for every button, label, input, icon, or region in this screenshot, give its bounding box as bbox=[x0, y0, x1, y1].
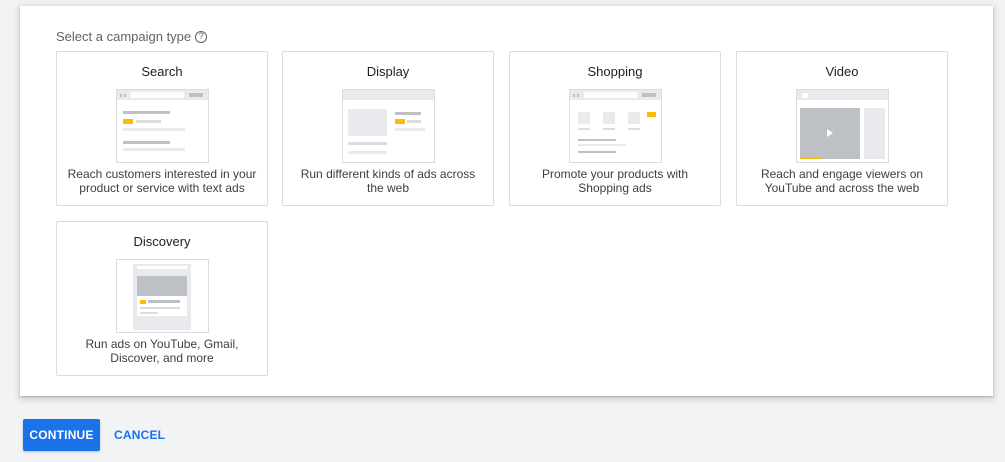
card-title: Discovery bbox=[133, 234, 191, 249]
card-description: Run ads on YouTube, Gmail, Discover, and… bbox=[85, 337, 239, 365]
shopping-illustration-icon bbox=[569, 89, 662, 163]
campaign-card-search[interactable]: Search Reach customers interested in you… bbox=[56, 51, 268, 206]
cancel-button[interactable]: CANCEL bbox=[114, 419, 165, 451]
card-title: Shopping bbox=[587, 64, 643, 79]
campaign-card-shopping[interactable]: Shopping Promote your products with Shop… bbox=[509, 51, 721, 206]
help-icon[interactable]: ? bbox=[195, 30, 208, 43]
campaign-card-discovery[interactable]: Discovery Run ads on YouTube, Gmail, Dis… bbox=[56, 221, 268, 376]
section-heading: Select a campaign type ? bbox=[56, 29, 208, 44]
card-title: Video bbox=[825, 64, 859, 79]
card-title: Search bbox=[141, 64, 183, 79]
discovery-illustration-icon bbox=[116, 259, 209, 333]
video-illustration-icon bbox=[796, 89, 889, 163]
heading-label: Select a campaign type bbox=[56, 29, 192, 44]
card-description: Promote your products with Shopping ads bbox=[541, 167, 689, 195]
campaign-card-video[interactable]: Video Reach and engage viewers on YouTub… bbox=[736, 51, 948, 206]
campaign-card-display[interactable]: Display Run different kinds of ads acros… bbox=[282, 51, 494, 206]
display-illustration-icon bbox=[342, 89, 435, 163]
search-illustration-icon bbox=[116, 89, 209, 163]
campaign-type-panel: Select a campaign type ? Search Reach cu… bbox=[20, 6, 993, 396]
card-description: Reach customers interested in your produ… bbox=[67, 167, 257, 195]
card-description: Reach and engage viewers on YouTube and … bbox=[760, 167, 924, 195]
continue-button[interactable]: CONTINUE bbox=[23, 419, 100, 451]
action-bar: CONTINUE CANCEL bbox=[23, 419, 165, 451]
card-description: Run different kinds of ads across the we… bbox=[300, 167, 476, 195]
card-title: Display bbox=[366, 64, 410, 79]
